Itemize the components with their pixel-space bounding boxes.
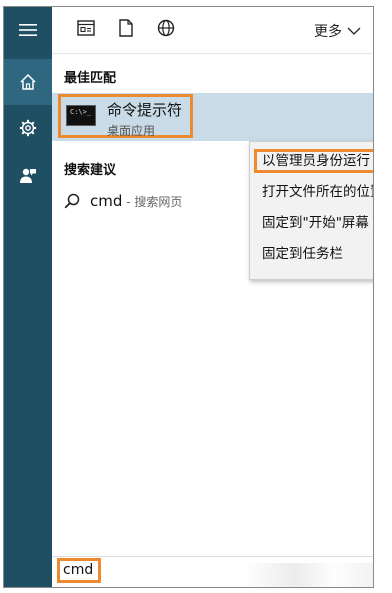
apps-filter-button[interactable] xyxy=(76,20,96,40)
suggestion-hint: - 搜索网页 xyxy=(122,195,183,209)
context-menu: 以管理员身份运行 打开文件所在的位置 固定到"开始"屏幕 固定到任务栏 xyxy=(249,141,374,280)
feedback-button[interactable] xyxy=(4,153,52,199)
settings-button[interactable] xyxy=(4,105,52,151)
more-filters-dropdown[interactable]: 更多 xyxy=(314,21,361,41)
command-prompt-icon: C:\>_ xyxy=(66,105,96,126)
search-icon xyxy=(64,193,80,213)
documents-filter-button[interactable] xyxy=(116,19,136,41)
suggestion-text: cmd - 搜索网页 xyxy=(90,192,182,210)
chevron-down-icon xyxy=(347,23,361,39)
gear-icon xyxy=(19,119,37,137)
menu-item-label: 固定到"开始"屏幕 xyxy=(262,215,369,231)
suggestion-query: cmd xyxy=(90,192,123,210)
prompt-glyph: C:\>_ xyxy=(70,108,92,116)
app-name: 命令提示符 xyxy=(107,101,183,119)
menu-item-pin-to-taskbar[interactable]: 固定到任务栏 xyxy=(250,239,373,269)
start-search-window: 更多 最佳匹配 C:\>_ 命令提示符 桌面应用 搜索建议 cmd - 搜索网页… xyxy=(3,6,374,588)
hamburger-menu-icon xyxy=(19,23,37,37)
menu-button[interactable] xyxy=(4,7,52,53)
home-icon xyxy=(19,73,37,91)
search-box[interactable]: cmd xyxy=(52,556,373,587)
menu-item-label: 打开文件所在的位置 xyxy=(262,184,374,200)
user-feedback-icon xyxy=(19,167,37,185)
best-match-heading: 最佳匹配 xyxy=(64,71,117,86)
home-button[interactable] xyxy=(4,59,52,105)
menu-item-label: 固定到任务栏 xyxy=(262,246,343,262)
menu-item-pin-to-start[interactable]: 固定到"开始"屏幕 xyxy=(250,208,373,238)
apps-icon xyxy=(77,20,95,40)
web-icon xyxy=(157,19,175,41)
search-input[interactable]: cmd xyxy=(63,562,93,578)
documents-icon xyxy=(119,19,133,41)
menu-item-open-file-location[interactable]: 打开文件所在的位置 xyxy=(250,177,374,207)
web-filter-button[interactable] xyxy=(156,19,176,41)
watermark-blur xyxy=(243,563,373,587)
app-type: 桌面应用 xyxy=(107,124,156,138)
more-label: 更多 xyxy=(314,24,342,40)
search-results-panel: 更多 最佳匹配 C:\>_ 命令提示符 桌面应用 搜索建议 cmd - 搜索网页… xyxy=(52,7,373,587)
search-filter-bar: 更多 xyxy=(52,7,373,54)
sidebar xyxy=(4,7,52,587)
suggestions-heading: 搜索建议 xyxy=(64,163,117,178)
admin-highlight-box xyxy=(254,149,373,173)
